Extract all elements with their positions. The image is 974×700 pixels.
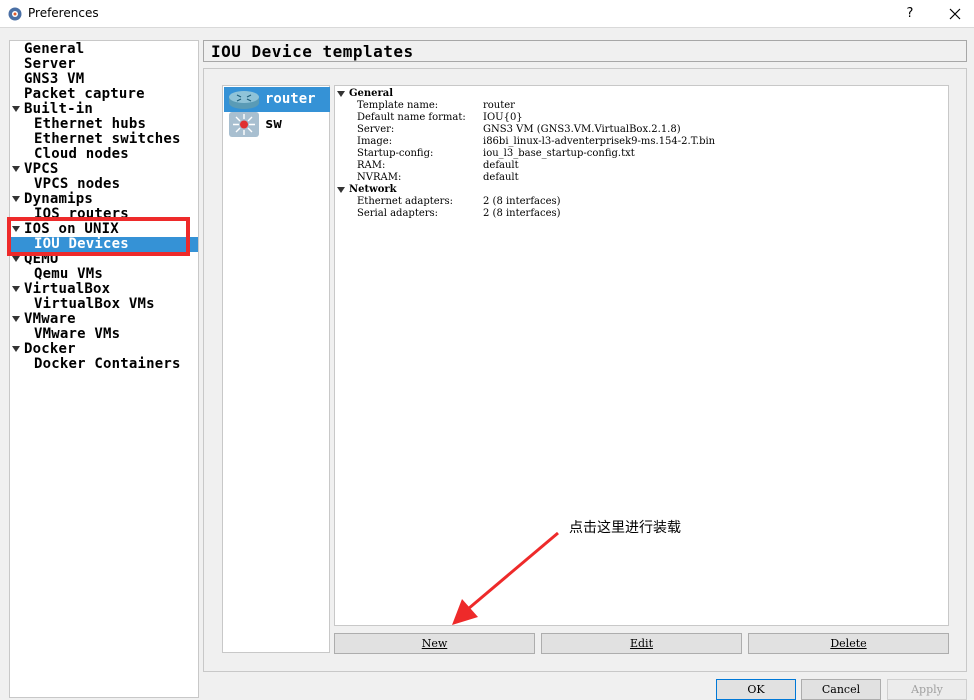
tree-item-label: VPCS xyxy=(24,161,59,177)
close-button[interactable] xyxy=(940,3,970,25)
info-key: Image: xyxy=(357,136,393,147)
tree-item-label: Dynamips xyxy=(24,191,94,207)
info-value: default xyxy=(483,160,519,171)
tree-item-label: Cloud nodes xyxy=(34,146,129,162)
tree-item-label: Docker Containers xyxy=(34,356,181,372)
cancel-button[interactable]: Cancel xyxy=(801,679,881,700)
template-info-panel: General Template name: router Default name… xyxy=(334,85,949,626)
tree-item-label: Docker xyxy=(24,341,76,357)
tree-item-label: General xyxy=(24,41,85,57)
annotation-highlight-box xyxy=(7,217,190,256)
tree-item-label: VirtualBox xyxy=(24,281,111,297)
preferences-tree[interactable]: General Server GNS3 VM Packet capture Built-… xyxy=(9,40,199,698)
template-item-sw[interactable]: sw xyxy=(224,112,330,137)
tree-item-label: Built-in xyxy=(24,101,94,117)
expand-arrow-icon[interactable] xyxy=(12,166,20,172)
tree-item-server[interactable]: Server xyxy=(10,57,198,72)
tree-item-vmware[interactable]: VMware xyxy=(10,312,198,327)
tree-item-virtualbox[interactable]: VirtualBox xyxy=(10,282,198,297)
template-item-router[interactable]: router xyxy=(224,87,330,112)
tree-item-label: GNS3 VM xyxy=(24,71,85,87)
annotation-arrow-icon xyxy=(452,531,559,625)
delete-button[interactable]: Delete xyxy=(748,633,949,654)
tree-item-label: Qemu VMs xyxy=(34,266,104,282)
info-value: 2 (8 interfaces) xyxy=(483,196,561,207)
tree-item-vpcs[interactable]: VPCS xyxy=(10,162,198,177)
annotation-text: 点击这里进行装载 xyxy=(569,520,681,536)
help-button[interactable]: ? xyxy=(898,3,922,25)
tree-item-dynamips[interactable]: Dynamips xyxy=(10,192,198,207)
tree-item-docker-containers[interactable]: Docker Containers xyxy=(10,357,198,372)
tree-item-ethernet-switches[interactable]: Ethernet switches xyxy=(10,132,198,147)
edit-button[interactable]: Edit xyxy=(541,633,742,654)
info-key: NVRAM: xyxy=(357,172,402,183)
template-label: router xyxy=(265,91,316,107)
gns3-app-icon xyxy=(8,7,22,21)
info-key: Default name format: xyxy=(357,112,466,123)
tree-item-label: VMware xyxy=(24,311,76,327)
expand-arrow-icon[interactable] xyxy=(12,316,20,322)
tree-item-general[interactable]: General xyxy=(10,42,198,57)
tree-item-packet-capture[interactable]: Packet capture xyxy=(10,87,198,102)
tree-item-vmware-vms[interactable]: VMware VMs xyxy=(10,327,198,342)
apply-button[interactable]: Apply xyxy=(887,679,967,700)
tree-item-cloud-nodes[interactable]: Cloud nodes xyxy=(10,147,198,162)
info-value: IOU{0} xyxy=(483,112,523,123)
ok-button[interactable]: OK xyxy=(716,679,796,700)
expand-arrow-icon xyxy=(337,91,345,97)
template-label: sw xyxy=(265,116,282,132)
tree-item-gns3-vm[interactable]: GNS3 VM xyxy=(10,72,198,87)
template-list[interactable]: router sw xyxy=(222,85,330,653)
info-key: Ethernet adapters: xyxy=(357,196,453,207)
expand-arrow-icon[interactable] xyxy=(12,346,20,352)
tree-item-label: VMware VMs xyxy=(34,326,121,342)
expand-arrow-icon[interactable] xyxy=(12,256,20,262)
info-key: RAM: xyxy=(357,160,386,171)
page-title-box: IOU Device templates xyxy=(203,40,967,62)
info-value: iou_l3_base_startup-config.txt xyxy=(483,148,635,159)
tree-item-label: VPCS nodes xyxy=(34,176,121,192)
info-value: 2 (8 interfaces) xyxy=(483,208,561,219)
expand-arrow-icon[interactable] xyxy=(12,286,20,292)
tree-item-qemu-vms[interactable]: Qemu VMs xyxy=(10,267,198,282)
tree-item-label: Packet capture xyxy=(24,86,145,102)
info-key: Serial adapters: xyxy=(357,208,439,219)
info-value: router xyxy=(483,100,515,111)
tree-item-virtualbox-vms[interactable]: VirtualBox VMs xyxy=(10,297,198,312)
tree-item-ethernet-hubs[interactable]: Ethernet hubs xyxy=(10,117,198,132)
expand-arrow-icon xyxy=(337,187,345,193)
tree-item-label: Ethernet hubs xyxy=(34,116,147,132)
close-icon xyxy=(949,8,961,20)
new-button[interactable]: New xyxy=(334,633,535,654)
expand-arrow-icon[interactable] xyxy=(12,106,20,112)
tree-item-docker[interactable]: Docker xyxy=(10,342,198,357)
info-key: Template name: xyxy=(357,100,439,111)
info-value: i86bi_linux-l3-adventerprisek9-ms.154-2.… xyxy=(483,136,716,147)
tree-item-label: VirtualBox VMs xyxy=(34,296,155,312)
window-title: Preferences xyxy=(28,6,99,20)
expand-arrow-icon[interactable] xyxy=(12,196,20,202)
switch-icon xyxy=(229,112,259,137)
tree-item-built-in[interactable]: Built-in xyxy=(10,102,198,117)
page-title: IOU Device templates xyxy=(211,42,414,61)
router-icon xyxy=(229,91,259,109)
info-key: Startup-config: xyxy=(357,148,434,159)
info-value: GNS3 VM (GNS3.VM.VirtualBox.2.1.8) xyxy=(483,124,681,135)
tree-item-vpcs-nodes[interactable]: VPCS nodes xyxy=(10,177,198,192)
info-value: default xyxy=(483,172,519,183)
title-bar: Preferences ? xyxy=(0,0,974,28)
tree-item-label: Ethernet switches xyxy=(34,131,181,147)
info-key: Server: xyxy=(357,124,395,135)
tree-item-label: Server xyxy=(24,56,76,72)
